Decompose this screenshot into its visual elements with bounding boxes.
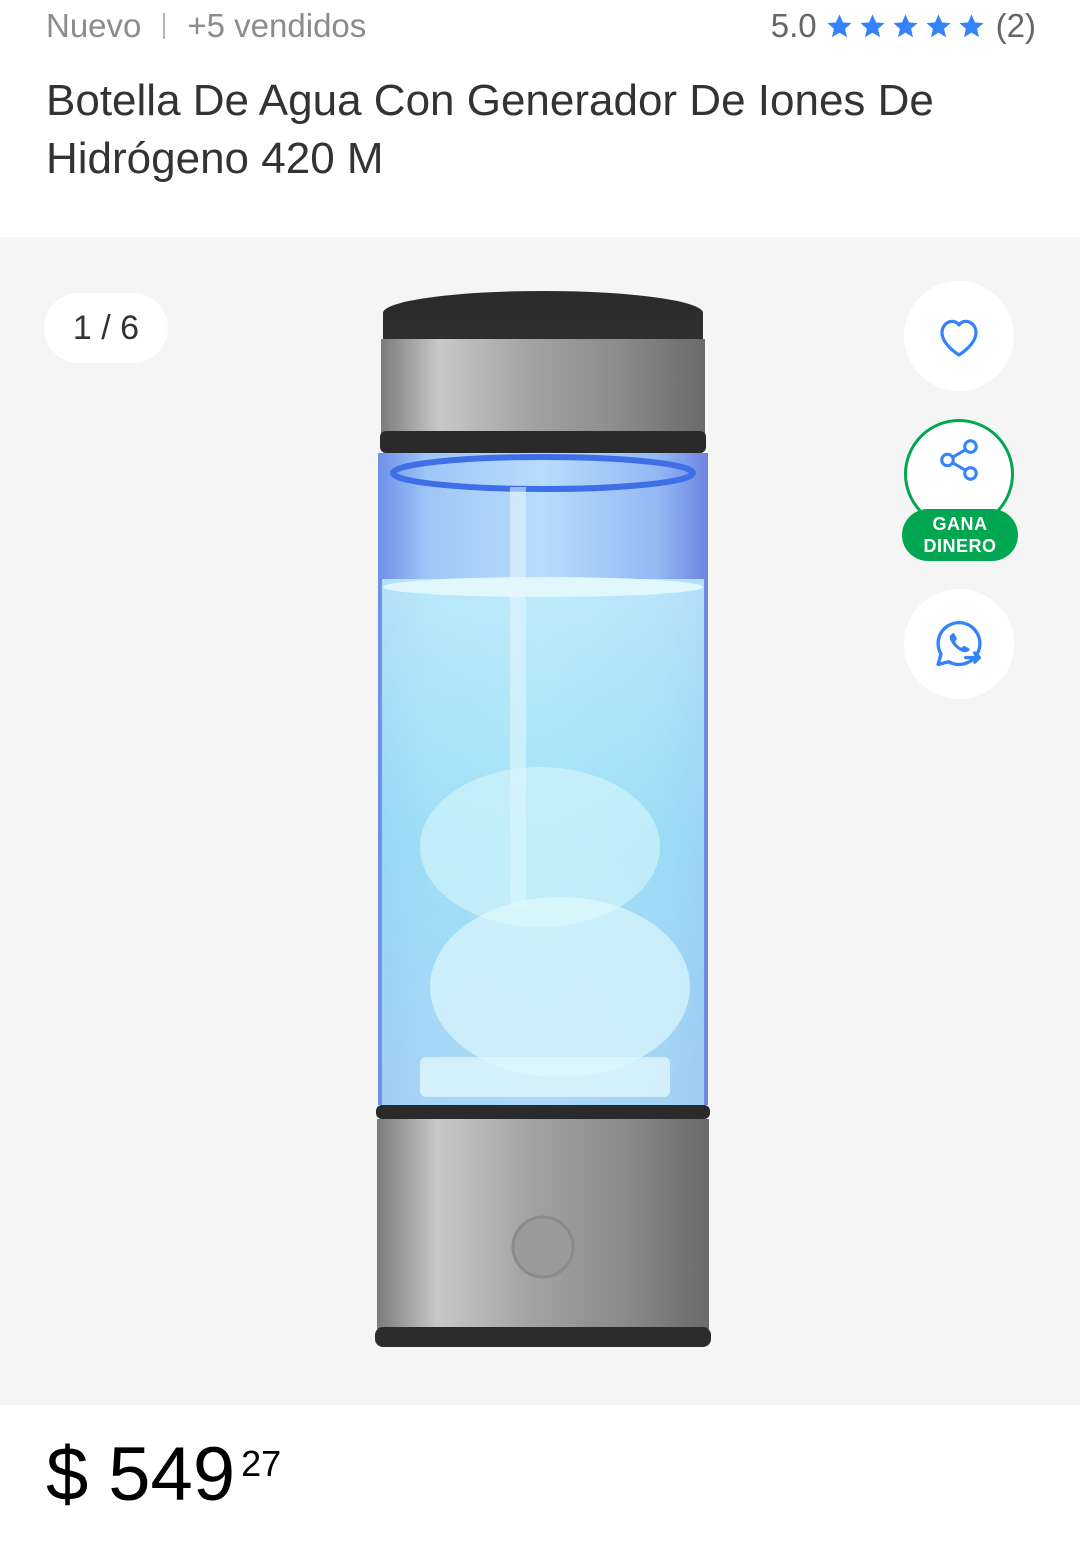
rating-stars <box>825 12 990 41</box>
rating-summary[interactable]: 5.0 (2) <box>771 7 1036 45</box>
product-title: Botella De Agua Con Generador De Iones D… <box>46 76 934 183</box>
price-cents: 27 <box>241 1443 282 1484</box>
star-icon <box>893 13 918 37</box>
whatsapp-share-button[interactable] <box>904 589 1014 699</box>
price: $ 549 27 <box>46 1432 281 1518</box>
share-icon <box>940 439 978 481</box>
earn-badge-line2: DINERO <box>923 536 997 556</box>
star-icon <box>926 13 951 37</box>
star-icon <box>860 13 885 37</box>
image-gallery[interactable]: 1 / 6 GANA DINERO <box>0 237 1080 1405</box>
sold-count: +5 vendidos <box>187 7 367 44</box>
condition-label: Nuevo <box>46 7 142 44</box>
meta-row: Nuevo +5 vendidos 5.0 (2) <box>46 0 1036 52</box>
star-icon <box>827 13 852 37</box>
hydrogen-water-bottle-image[interactable] <box>360 287 720 1357</box>
whatsapp-icon <box>936 620 982 667</box>
divider <box>163 13 166 39</box>
rating-value: 5.0 <box>770 7 817 44</box>
star-icon <box>959 13 984 37</box>
price-currency: $ <box>46 1432 89 1517</box>
earn-money-badge[interactable]: GANA DINERO <box>902 509 1018 561</box>
favorite-button[interactable] <box>904 281 1014 391</box>
sales-info: Nuevo +5 vendidos <box>46 7 366 45</box>
earn-badge-line1: GANA <box>932 514 988 534</box>
image-counter: 1 / 6 <box>44 293 168 363</box>
heart-icon <box>940 319 978 357</box>
price-amount: 549 <box>108 1432 236 1517</box>
review-count: (2) <box>995 7 1036 44</box>
